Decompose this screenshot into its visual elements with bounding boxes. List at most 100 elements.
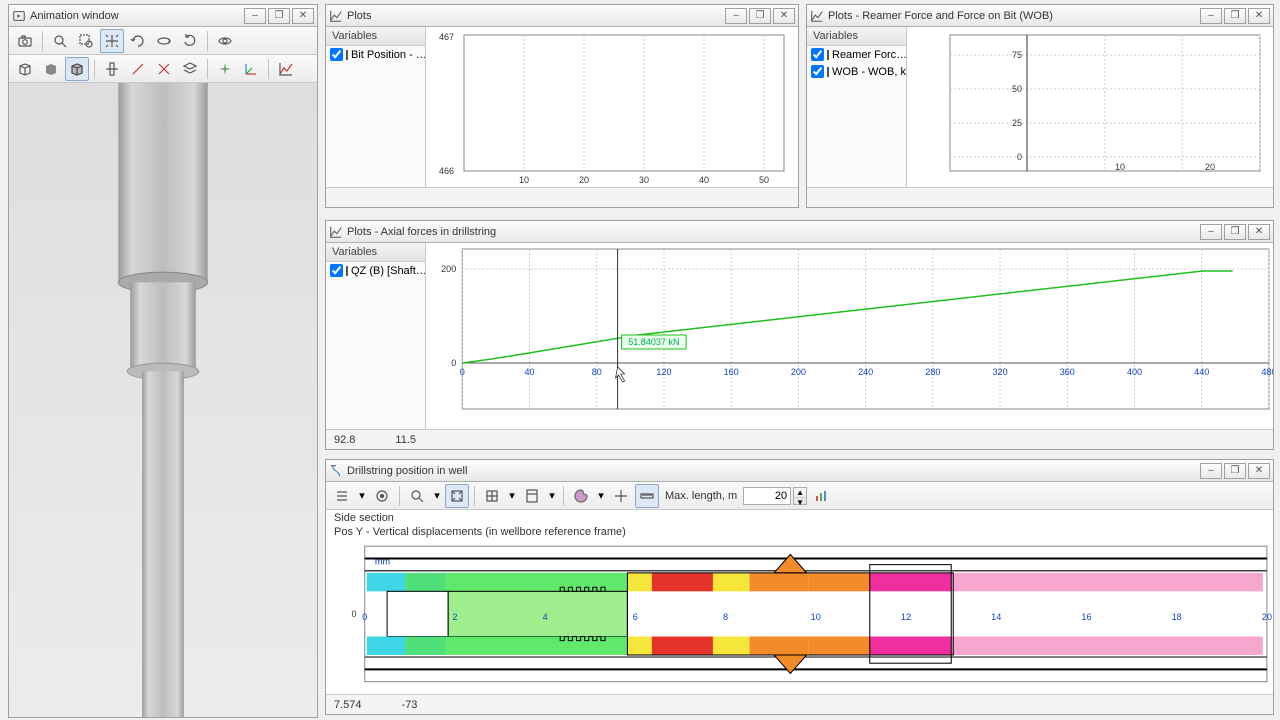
max-button[interactable]: ❐ [1224,463,1246,479]
svg-text:4: 4 [543,612,548,622]
svg-text:20: 20 [1262,612,1272,622]
expand-icon[interactable] [609,484,633,508]
max-button[interactable]: ❐ [1224,224,1246,240]
svg-text:8: 8 [723,612,728,622]
max-button[interactable]: ❐ [1224,8,1246,24]
var-row[interactable]: WOB - WOB, kN [807,63,906,80]
var-swatch [827,50,829,60]
min-button[interactable]: – [244,8,266,24]
svg-text:0: 0 [460,367,465,377]
var-checkbox[interactable] [330,48,343,61]
var-row[interactable]: QZ (B) [Shaft… [326,262,425,279]
status-y: 11.5 [395,434,416,446]
var-checkbox[interactable] [330,264,343,277]
svg-text:467: 467 [439,32,454,42]
min-button[interactable]: – [1200,8,1222,24]
maxlen-label: Max. length, m [661,490,741,502]
dropdown-icon[interactable]: ▾ [595,484,607,508]
close-button[interactable]: ✕ [292,8,314,24]
svg-text:18: 18 [1172,612,1182,622]
var-checkbox[interactable] [811,65,824,78]
ruler-icon[interactable] [635,484,659,508]
bars-icon[interactable] [809,484,833,508]
min-button[interactable]: – [725,8,747,24]
drillpos-plot-area[interactable]: 0 mm [326,540,1273,694]
maxlen-input[interactable] [743,487,791,505]
var-swatch [827,67,829,77]
line2-icon[interactable] [152,57,176,81]
list-icon[interactable] [330,484,354,508]
svg-text:400: 400 [1127,367,1142,377]
min-button[interactable]: – [1200,224,1222,240]
var-swatch [346,50,348,60]
dropdown-icon[interactable]: ▾ [546,484,558,508]
svg-text:12: 12 [901,612,911,622]
min-button[interactable]: – [1200,463,1222,479]
close-button[interactable]: ✕ [773,8,795,24]
svg-text:0: 0 [351,609,356,619]
svg-text:466: 466 [439,166,454,176]
svg-text:200: 200 [441,264,456,274]
svg-text:120: 120 [656,367,671,377]
max-button[interactable]: ❐ [268,8,290,24]
zoom-icon[interactable] [48,29,72,53]
close-button[interactable]: ✕ [1248,8,1270,24]
svg-text:6: 6 [633,612,638,622]
var-header: Variables [326,27,425,46]
svg-text:10: 10 [519,175,529,185]
anim-title: Animation window [30,10,244,22]
zoom-area-icon[interactable] [74,29,98,53]
dropdown-icon[interactable]: ▾ [356,484,368,508]
dropdown-icon[interactable]: ▾ [431,484,443,508]
camera-icon[interactable] [13,29,37,53]
svg-text:16: 16 [1081,612,1091,622]
max-button[interactable]: ❐ [749,8,771,24]
pan-icon[interactable] [100,29,124,53]
spin-icon[interactable] [152,29,176,53]
plot-area[interactable]: 467 466 10 20 30 40 50 [426,27,798,187]
svg-text:480: 480 [1261,367,1273,377]
var-row[interactable]: Reamer Forc… [807,46,906,63]
rotate-icon[interactable] [126,29,150,53]
svg-text:160: 160 [724,367,739,377]
zoom-icon[interactable] [405,484,429,508]
svg-text:80: 80 [592,367,602,377]
align-icon[interactable] [100,57,124,81]
eye-icon[interactable] [213,29,237,53]
maxlen-spinner[interactable]: ▲▼ [793,487,807,505]
shaded-edges-icon[interactable] [65,57,89,81]
shaded-icon[interactable] [39,57,63,81]
chart-icon[interactable] [274,57,298,81]
wireframe-icon[interactable] [13,57,37,81]
close-button[interactable]: ✕ [1248,463,1270,479]
close-button[interactable]: ✕ [1248,224,1270,240]
plot-area[interactable]: 75 50 25 0 10 20 [907,27,1273,187]
subtitle-label: Pos Y - Vertical displacements (in wellb… [326,526,1273,540]
target-icon[interactable] [370,484,394,508]
axial-title: Plots - Axial forces in drillstring [347,226,1200,238]
var-row[interactable]: Bit Position - … [326,46,425,63]
anim-viewport[interactable] [9,83,317,717]
dropdown-icon[interactable]: ▾ [506,484,518,508]
line1-icon[interactable] [126,57,150,81]
axial-plot-area[interactable]: 51.84037 kN 200 0 0408012016020024028032… [426,243,1273,429]
refresh-icon[interactable] [178,29,202,53]
grid-icon[interactable] [480,484,504,508]
svg-text:0: 0 [362,612,367,622]
palette-icon[interactable] [569,484,593,508]
svg-text:20: 20 [1205,162,1215,172]
plot-icon [329,225,343,239]
status-x: 92.8 [334,434,355,446]
plots1-title: Plots [347,10,725,22]
svg-text:14: 14 [991,612,1001,622]
svg-text:0: 0 [1017,152,1022,162]
sheet-icon[interactable] [520,484,544,508]
layers-icon[interactable] [178,57,202,81]
svg-text:40: 40 [699,175,709,185]
var-checkbox[interactable] [811,48,824,61]
fit-icon[interactable] [445,484,469,508]
svg-text:10: 10 [1115,162,1125,172]
svg-text:25: 25 [1012,118,1022,128]
spark-icon[interactable] [213,57,237,81]
axes-icon[interactable] [239,57,263,81]
